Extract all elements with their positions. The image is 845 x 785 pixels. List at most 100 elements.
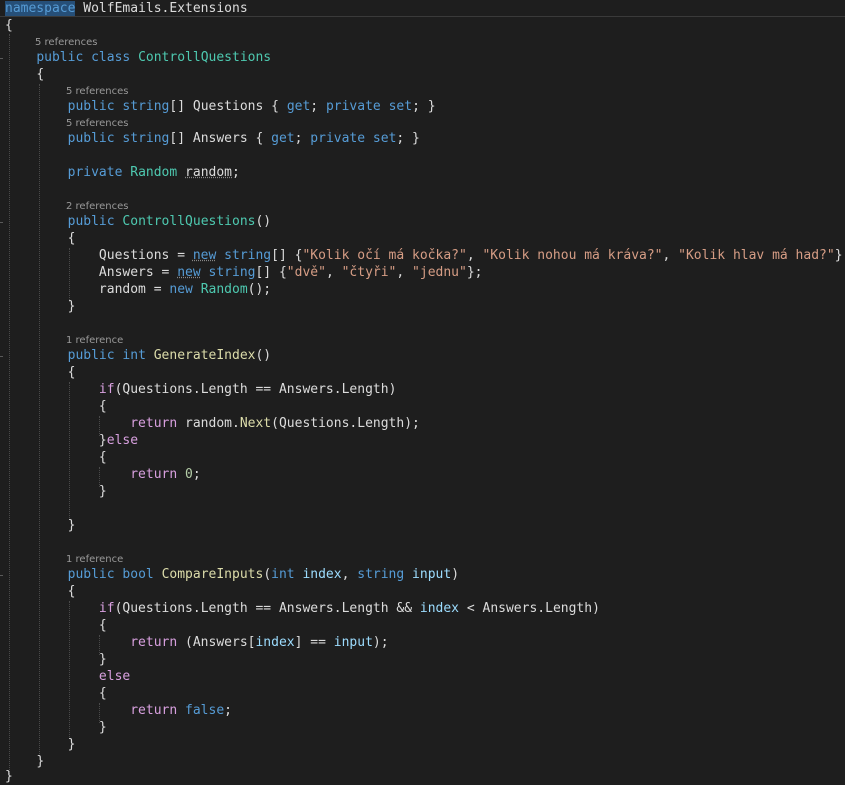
identifier: random	[185, 165, 233, 180]
string-literal: "Kolik očí má kočka?"	[302, 248, 467, 263]
keyword: int	[122, 348, 146, 363]
codelens-references[interactable]: 5 references	[66, 117, 129, 130]
codelens-references[interactable]: 1 reference	[66, 334, 123, 347]
keyword: public	[67, 214, 115, 229]
keyword: return	[130, 416, 178, 431]
brace: {	[67, 584, 76, 599]
brace: {	[36, 67, 45, 82]
codelens-references[interactable]: 5 references	[35, 36, 98, 49]
parameter: index	[255, 635, 295, 650]
code-line[interactable]: }	[5, 517, 76, 534]
keyword: false	[185, 703, 225, 718]
identifier: Length	[341, 382, 389, 397]
code-line[interactable]: private Random random;	[5, 164, 240, 181]
brace: }	[98, 720, 107, 735]
identifier: Length	[341, 601, 389, 616]
keyword: private	[325, 99, 381, 114]
brace: {	[5, 18, 13, 33]
code-line[interactable]: {	[5, 685, 107, 702]
code-line[interactable]: }	[5, 483, 107, 500]
code-line[interactable]: {	[5, 617, 107, 634]
codelens-references[interactable]: 2 references	[66, 200, 129, 213]
code-line[interactable]: Questions = new string[] {"Kolik očí má …	[5, 247, 845, 264]
keyword: get	[286, 99, 311, 114]
identifier: Length	[200, 601, 248, 616]
margin-mark	[0, 356, 3, 357]
code-line[interactable]: public int GenerateIndex()	[5, 347, 272, 364]
code-line[interactable]: }	[5, 736, 76, 753]
keyword: public	[67, 99, 115, 114]
brace: {	[98, 686, 107, 701]
codelens-references[interactable]: 1 reference	[66, 553, 123, 566]
brace: }	[67, 299, 76, 314]
identifier: Questions	[98, 248, 170, 263]
identifier: random	[98, 282, 146, 297]
identifier: Answers	[192, 131, 248, 146]
keyword: private	[310, 131, 366, 146]
punct: []	[169, 99, 186, 114]
code-line[interactable]: }else	[5, 432, 138, 449]
code-line[interactable]: random = new Random();	[5, 281, 271, 298]
codelens-references[interactable]: 5 references	[66, 85, 129, 98]
code-line[interactable]: Answers = new string[] {"dvě", "čtyři", …	[5, 264, 483, 281]
keyword: public	[67, 567, 115, 582]
brace: {	[98, 450, 107, 465]
constructor-name: ControllQuestions	[122, 214, 256, 229]
identifier: Length	[200, 382, 248, 397]
keyword: new	[177, 265, 201, 280]
identifier: Answers	[278, 601, 334, 616]
margin-mark	[0, 58, 3, 59]
brace: {	[98, 618, 107, 633]
brace: {	[67, 365, 76, 380]
code-line[interactable]: }	[5, 298, 76, 315]
code-line[interactable]: {	[5, 364, 76, 381]
code-line[interactable]: public string[] Questions { get; private…	[5, 98, 436, 115]
code-line[interactable]: public bool CompareInputs(int index, str…	[5, 566, 459, 583]
code-line[interactable]: {	[5, 66, 44, 83]
keyword: set	[388, 99, 413, 114]
brace: }	[98, 652, 107, 667]
keyword: bool	[122, 567, 154, 582]
code-line[interactable]: public ControllQuestions()	[5, 213, 272, 230]
punct: []	[169, 131, 186, 146]
code-line[interactable]: if(Questions.Length == Answers.Length)	[5, 381, 396, 398]
keyword: public	[67, 348, 115, 363]
number-literal: 0	[185, 467, 193, 482]
brace: {	[67, 231, 76, 246]
identifier: Questions	[122, 601, 193, 616]
code-line[interactable]: }	[5, 768, 13, 785]
code-line[interactable]: else	[5, 668, 130, 685]
identifier: Questions	[192, 99, 264, 114]
margin-mark	[0, 222, 3, 223]
code-editor[interactable]: namespace WolfEmails.Extensions { 5 refe…	[0, 0, 845, 785]
parameter: input	[333, 635, 373, 650]
code-line[interactable]: return random.Next(Questions.Length);	[5, 415, 420, 432]
code-line[interactable]: }	[5, 651, 107, 668]
identifier: Answers	[192, 635, 248, 650]
brace: }	[98, 484, 107, 499]
keyword: int	[271, 567, 295, 582]
code-line[interactable]: public string[] Answers { get; private s…	[5, 130, 420, 147]
string-literal: "dvě"	[286, 265, 326, 280]
code-line[interactable]: {	[5, 583, 76, 600]
identifier: Answers	[98, 265, 154, 280]
code-line[interactable]: {	[5, 449, 107, 466]
keyword: new	[192, 248, 217, 263]
keyword: string	[357, 567, 405, 582]
code-line[interactable]: if(Questions.Length == Answers.Length &&…	[5, 600, 600, 617]
code-line[interactable]: return (Answers[index] == input);	[5, 634, 388, 651]
method-name: GenerateIndex	[153, 348, 256, 363]
keyword: if	[98, 382, 115, 397]
brace: }	[67, 518, 76, 533]
code-line[interactable]: {	[5, 230, 76, 247]
code-line[interactable]: public class ControllQuestions	[5, 49, 271, 66]
code-line[interactable]: {	[5, 398, 107, 415]
parameter: input	[412, 567, 452, 582]
code-line[interactable]: return 0;	[5, 466, 200, 483]
code-line[interactable]: }	[5, 719, 107, 736]
code-line[interactable]: namespace WolfEmails.Extensions	[5, 0, 248, 17]
identifier: Questions	[278, 416, 350, 431]
code-line[interactable]: {	[5, 17, 13, 34]
string-literal: "Kolik nohou má kráva?"	[482, 248, 663, 263]
code-line[interactable]: return false;	[5, 702, 232, 719]
